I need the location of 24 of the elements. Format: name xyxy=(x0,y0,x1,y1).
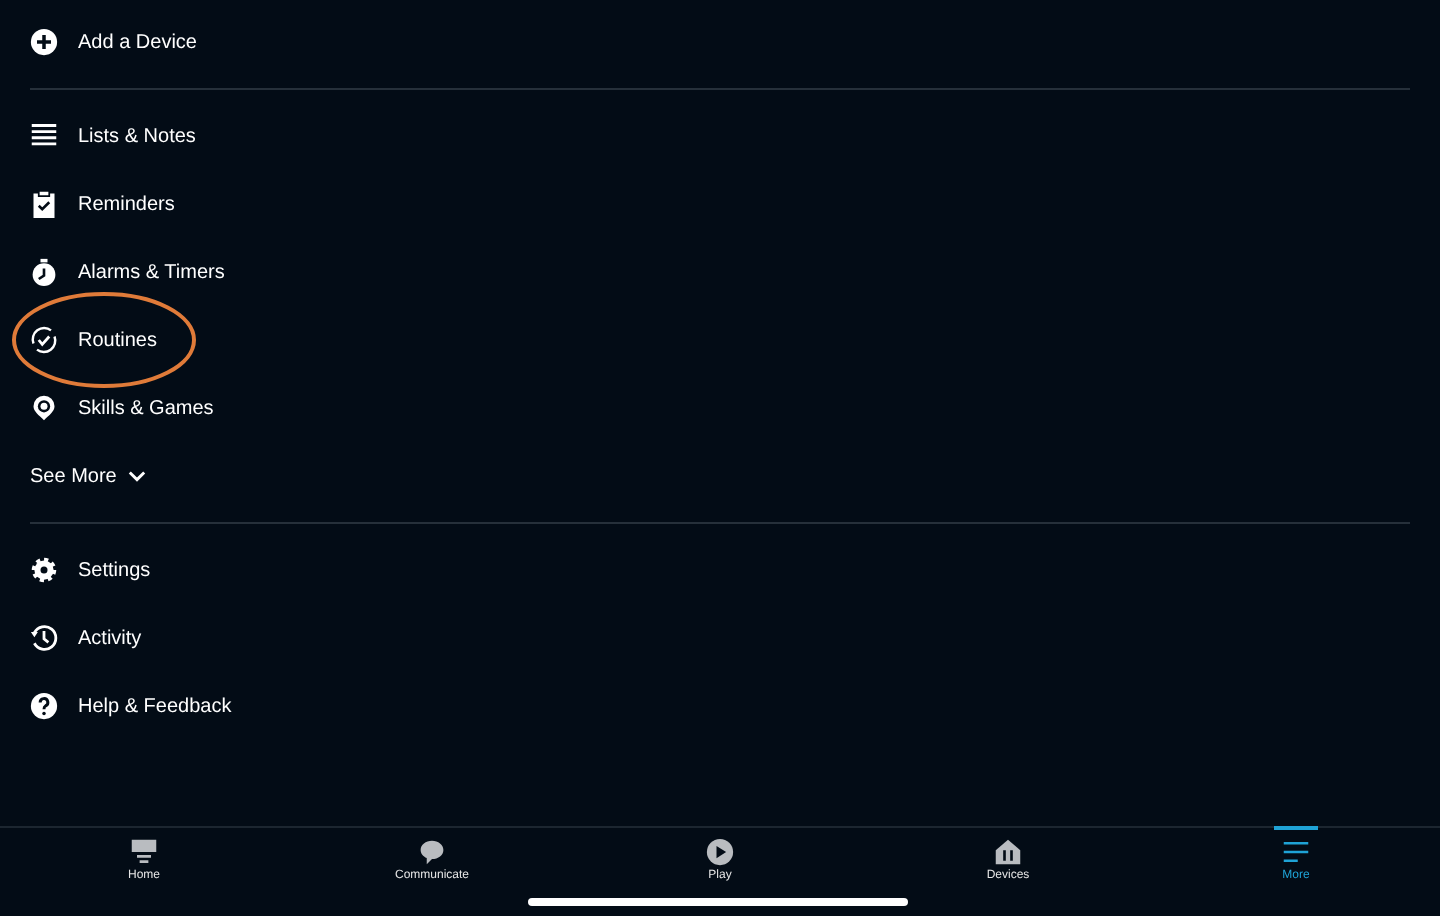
menu-item[interactable]: Add a Device xyxy=(30,8,1410,76)
menu-item[interactable]: Lists & Notes xyxy=(30,102,1410,170)
help-icon xyxy=(30,692,58,720)
speech-bubble-icon xyxy=(418,838,446,866)
menu-item[interactable]: Help & Feedback xyxy=(30,672,1410,740)
menu-icon xyxy=(1282,838,1310,866)
alarm-clock-icon xyxy=(30,258,58,286)
see-more-link[interactable]: See More xyxy=(30,442,147,510)
list-icon xyxy=(30,122,58,150)
settings-icon xyxy=(30,556,58,584)
check-cycle-icon xyxy=(30,326,58,354)
menu-item[interactable]: Settings xyxy=(30,536,1410,604)
menu-item[interactable]: Activity xyxy=(30,604,1410,672)
chevron-down-icon xyxy=(128,470,147,482)
play-icon xyxy=(706,838,734,866)
home-icon xyxy=(130,838,158,866)
menu-item[interactable]: Reminders xyxy=(30,170,1410,238)
menu-item[interactable]: Skills & Games xyxy=(30,374,1410,442)
menu-item[interactable]: Routines xyxy=(30,306,1410,374)
menu-item[interactable]: Alarms & Timers xyxy=(30,238,1410,306)
plus-icon xyxy=(30,28,58,56)
house-icon xyxy=(994,838,1022,866)
history-clock-icon xyxy=(30,624,58,652)
clipboard-icon xyxy=(30,190,58,218)
